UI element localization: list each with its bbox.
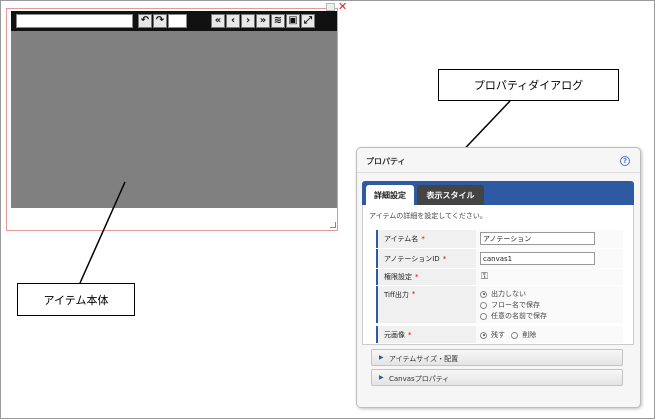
- original-image-options: 残す 削除: [480, 330, 536, 340]
- tab-display-style[interactable]: 表示スタイル: [417, 185, 484, 205]
- property-dialog: プロパティ ? 詳細設定 表示スタイル アイテムの詳細を設定してください。 アイ…: [356, 147, 641, 408]
- permission-label: 権限設定 *: [376, 269, 476, 285]
- tiff-option-custom-name[interactable]: 任意の名前で保存: [480, 311, 547, 321]
- permission-cell: ⚿: [476, 269, 623, 285]
- original-image-cell: 残す 削除: [476, 326, 623, 343]
- tiff-output-cell: 出力しない フロー名で保存 任意の名前で保存: [476, 286, 623, 323]
- item-name-cell: アノテーション: [476, 230, 623, 248]
- item-name-input[interactable]: アノテーション: [480, 232, 595, 245]
- original-image-label: 元画像 *: [376, 326, 476, 343]
- callout-item-body: アイテム本体: [17, 283, 135, 316]
- tiff-output-label: Tiff出力 *: [376, 286, 476, 323]
- row-original-image: 元画像 * 残す 削除: [376, 326, 623, 344]
- dialog-header: プロパティ ?: [357, 148, 640, 173]
- row-permission: 権限設定 * ⚿: [376, 269, 623, 286]
- tab-detail-settings[interactable]: 詳細設定: [366, 185, 414, 205]
- annotation-id-input[interactable]: canvas1: [480, 252, 595, 265]
- tiff-option-none[interactable]: 出力しない: [480, 289, 526, 299]
- item-leader-line: [79, 181, 126, 284]
- option-keep[interactable]: 残す: [491, 331, 505, 339]
- panel-description: アイテムの詳細を設定してください。: [369, 212, 487, 220]
- tiff-option-flow-name[interactable]: フロー名で保存: [480, 300, 540, 310]
- radio-selected-icon[interactable]: [480, 331, 487, 339]
- accordion-canvas-properties[interactable]: ▶ Canvasプロパティ: [371, 369, 623, 386]
- radio-selected-icon[interactable]: [480, 290, 487, 298]
- row-item-name: アイテム名 * アノテーション: [376, 230, 623, 249]
- item-name-label: アイテム名 *: [376, 230, 476, 248]
- row-annotation-id: アノテーションID * canvas1: [376, 249, 623, 269]
- expand-arrow-icon: ▶: [379, 374, 384, 381]
- callout-property-dialog: プロパティダイアログ: [438, 69, 619, 101]
- tab-bar: 詳細設定 表示スタイル: [362, 181, 634, 205]
- expand-arrow-icon: ▶: [379, 354, 384, 361]
- row-tiff-output: Tiff出力 * 出力しない フロー名で保存 任意の名前で保存: [376, 286, 623, 324]
- option-delete[interactable]: 削除: [522, 331, 536, 339]
- annotation-id-label: アノテーションID *: [376, 249, 476, 268]
- radio-icon[interactable]: [480, 301, 487, 309]
- accordion-item-size-position[interactable]: ▶ アイテムサイズ・配置: [371, 349, 623, 366]
- help-icon[interactable]: ?: [620, 156, 630, 166]
- annotation-id-cell: canvas1: [476, 249, 623, 268]
- key-icon[interactable]: ⚿: [481, 272, 493, 282]
- radio-icon[interactable]: [511, 331, 519, 339]
- dialog-title: プロパティ: [366, 157, 406, 166]
- radio-icon[interactable]: [480, 312, 487, 320]
